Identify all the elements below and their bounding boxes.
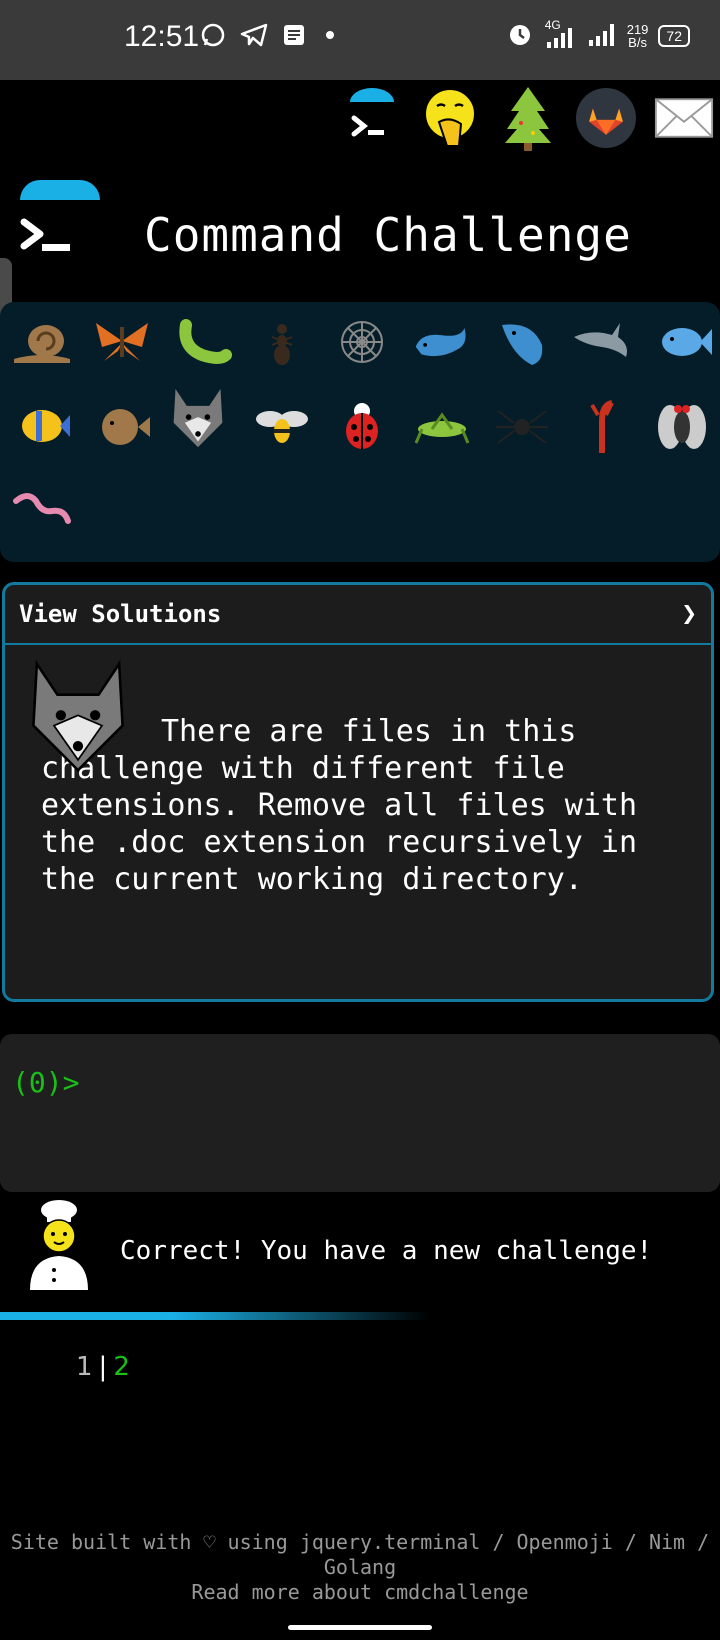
dolphin-icon[interactable] xyxy=(572,312,632,372)
speed-unit: B/s xyxy=(628,34,647,50)
bug-icon[interactable] xyxy=(172,312,232,372)
top-icons xyxy=(342,84,714,152)
alarm-icon xyxy=(507,21,533,50)
signal-4g-icon: 4G xyxy=(543,18,577,50)
terminal[interactable]: (0)> xyxy=(0,1034,720,1192)
logo-arc xyxy=(20,180,100,200)
face-with-hand-over-mouth-icon[interactable] xyxy=(420,84,480,152)
blowfish-icon[interactable] xyxy=(92,396,152,456)
whatsapp-icon xyxy=(200,22,226,53)
mail-icon[interactable] xyxy=(654,84,714,152)
snail-icon[interactable] xyxy=(12,312,72,372)
challenge-panel: View Solutions ❯ There are files in this… xyxy=(2,582,714,1002)
challenge-description: There are files in this challenge with d… xyxy=(41,713,675,898)
tree-icon[interactable] xyxy=(498,84,558,152)
signal-icon xyxy=(587,20,617,51)
fish-icon[interactable] xyxy=(652,312,712,372)
network-speed: 219 B/s xyxy=(627,23,649,49)
challenge-body: There are files in this challenge with d… xyxy=(5,645,711,912)
more-dot-icon xyxy=(320,25,340,50)
chef-icon xyxy=(24,1196,94,1296)
fly-icon[interactable] xyxy=(652,396,712,456)
spider-icon[interactable] xyxy=(492,396,552,456)
terminal-icon[interactable] xyxy=(342,84,402,152)
butterfly-icon[interactable] xyxy=(92,312,152,372)
battery-indicator: 72 xyxy=(658,24,690,47)
system-icons: 4G 219 B/s 72 xyxy=(507,18,690,51)
tropical-fish-icon[interactable] xyxy=(12,396,72,456)
scorpion-icon[interactable] xyxy=(572,396,632,456)
clock: 12:51 xyxy=(124,20,200,53)
footer: Site built with ♡ using jquery.terminal … xyxy=(0,1530,720,1605)
status-bar: 12:51 4G 219 B/s 72 xyxy=(0,0,720,80)
terminal-prompt: (0)> xyxy=(12,1066,80,1099)
messages-icon xyxy=(282,23,306,52)
telegram-icon xyxy=(240,23,268,52)
gitlab-icon[interactable] xyxy=(576,84,636,152)
worm-icon[interactable] xyxy=(12,482,72,542)
wolf-avatar-icon xyxy=(23,657,133,781)
page-2-link[interactable]: 2 xyxy=(113,1352,130,1382)
footer-read-more-link[interactable]: Read more about cmdchallenge xyxy=(0,1580,720,1605)
view-solutions-label: View Solutions xyxy=(19,600,222,628)
chevron-right-icon[interactable]: ❯ xyxy=(681,599,697,629)
bee-icon[interactable] xyxy=(252,396,312,456)
ladybug-icon[interactable] xyxy=(332,396,392,456)
pagination: 1 | 2 xyxy=(76,1352,130,1382)
page-title: Command Challenge xyxy=(144,208,632,262)
spouting-whale-icon[interactable] xyxy=(492,312,552,372)
home-indicator[interactable] xyxy=(288,1625,432,1630)
view-solutions-header[interactable]: View Solutions ❯ xyxy=(5,585,711,645)
page-separator: | xyxy=(98,1352,108,1382)
cricket-icon[interactable] xyxy=(412,396,472,456)
status-message: Correct! You have a new challenge! xyxy=(120,1236,653,1266)
whale-icon[interactable] xyxy=(412,312,472,372)
challenge-emoji-grid xyxy=(0,302,720,562)
ant-icon[interactable] xyxy=(252,312,312,372)
footer-credits[interactable]: Site built with ♡ using jquery.terminal … xyxy=(0,1530,720,1580)
page-1-link[interactable]: 1 xyxy=(76,1352,93,1382)
title-row: Command Challenge xyxy=(0,180,720,280)
notification-icons xyxy=(200,22,340,53)
terminal-logo-icon[interactable] xyxy=(18,216,74,264)
wolf-icon[interactable] xyxy=(168,388,228,448)
spider-web-icon[interactable] xyxy=(332,312,392,372)
progress-bar xyxy=(0,1312,430,1320)
